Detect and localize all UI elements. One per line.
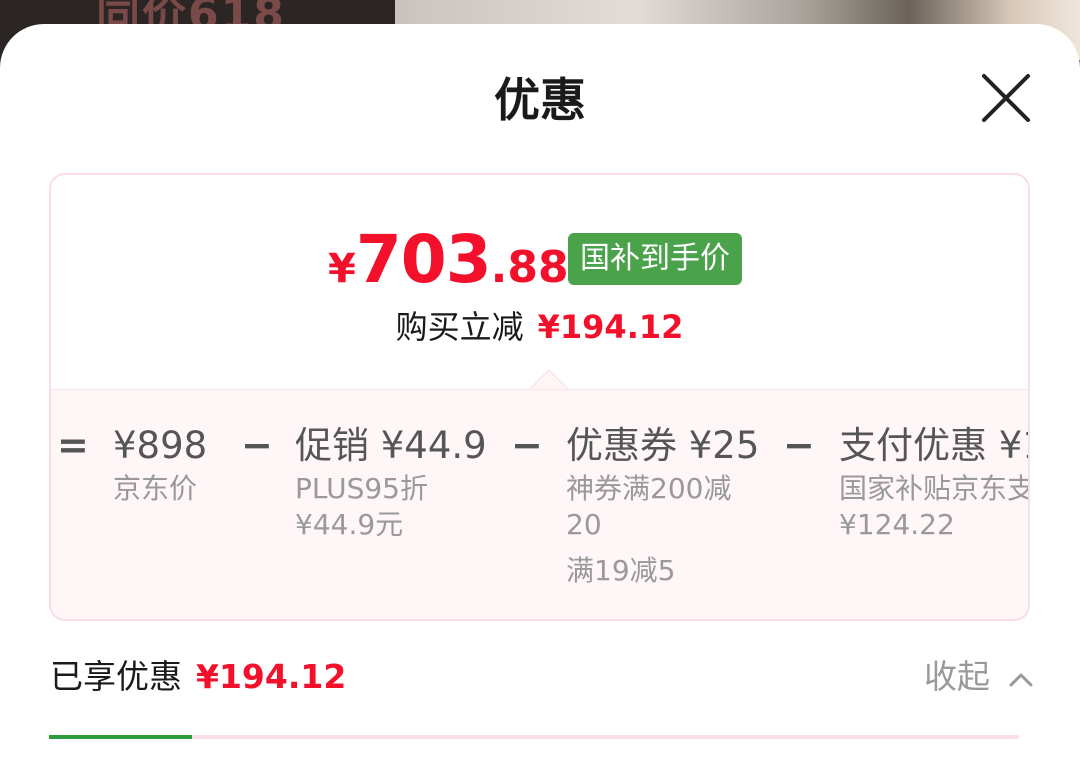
final-price: ¥703.88 (328, 225, 569, 312)
payment-discount-amount: ¥124.22 (839, 508, 955, 541)
applied-discount-row: 已享优惠 ¥194.12 (50, 652, 346, 702)
applied-discount-value: ¥194.12 (196, 657, 347, 696)
price-currency: ¥ (328, 246, 356, 292)
list-price-value: ¥898 (113, 424, 208, 467)
breakdown-item-list-price: ¥898 京东价 (113, 421, 207, 507)
price-integer: 703 (355, 221, 492, 298)
instant-discount-row: 购买立减 ¥194.12 (51, 303, 1028, 351)
promotion-desc: PLUS95折 (295, 472, 428, 505)
promotion-amount: ¥44.9元 (295, 508, 404, 541)
price-breakdown: = ¥898 京东价 − 促销 ¥44.9 PLUS95折 ¥44.9元 − 优… (51, 411, 1028, 611)
subsidy-price-badge: 国补到手价 (568, 233, 742, 285)
applied-discount-label: 已享优惠 (50, 657, 182, 696)
collapse-label: 收起 (924, 657, 990, 696)
payment-discount-value: 支付优惠 ¥1 (839, 424, 1030, 467)
price-summary-card: ¥703.88 国补到手价 购买立减 ¥194.12 = ¥898 京东价 − 促… (49, 173, 1030, 621)
instant-discount-value: ¥194.12 (537, 308, 684, 346)
instant-discount-label: 购买立减 (395, 308, 524, 346)
close-icon[interactable] (978, 70, 1034, 126)
sheet-title: 优惠 (494, 73, 586, 127)
panel-notch-fill (531, 371, 567, 389)
breakdown-item-payment: 支付优惠 ¥1 国家补贴京东支 ¥124.22 (839, 421, 1030, 543)
tab-indicator-bar (49, 735, 1019, 739)
coupon-desc: 神券满200减 (566, 472, 732, 505)
operator-minus: − (511, 423, 543, 467)
tab-indicator-active (49, 735, 192, 739)
operator-equals: = (57, 423, 89, 467)
breakdown-item-coupon: 优惠券 ¥25 神券满200减 20 满19减5 (566, 421, 759, 589)
collapse-button[interactable]: 收起 (924, 652, 1035, 702)
chevron-up-icon (1009, 673, 1032, 686)
final-price-row: ¥703.88 国补到手价 (51, 225, 1028, 295)
price-decimal: .88 (490, 242, 569, 293)
coupon-desc-2: 满19减5 (566, 554, 676, 587)
operator-minus: − (783, 423, 815, 467)
operator-minus: − (241, 423, 273, 467)
breakdown-item-promotion: 促销 ¥44.9 PLUS95折 ¥44.9元 (295, 421, 487, 543)
coupon-value: 优惠券 ¥25 (566, 424, 760, 467)
coupon-desc-cont: 20 (566, 508, 602, 541)
promotion-value: 促销 ¥44.9 (295, 424, 487, 467)
list-price-label: 京东价 (113, 472, 198, 505)
payment-discount-desc: 国家补贴京东支 (839, 472, 1030, 505)
